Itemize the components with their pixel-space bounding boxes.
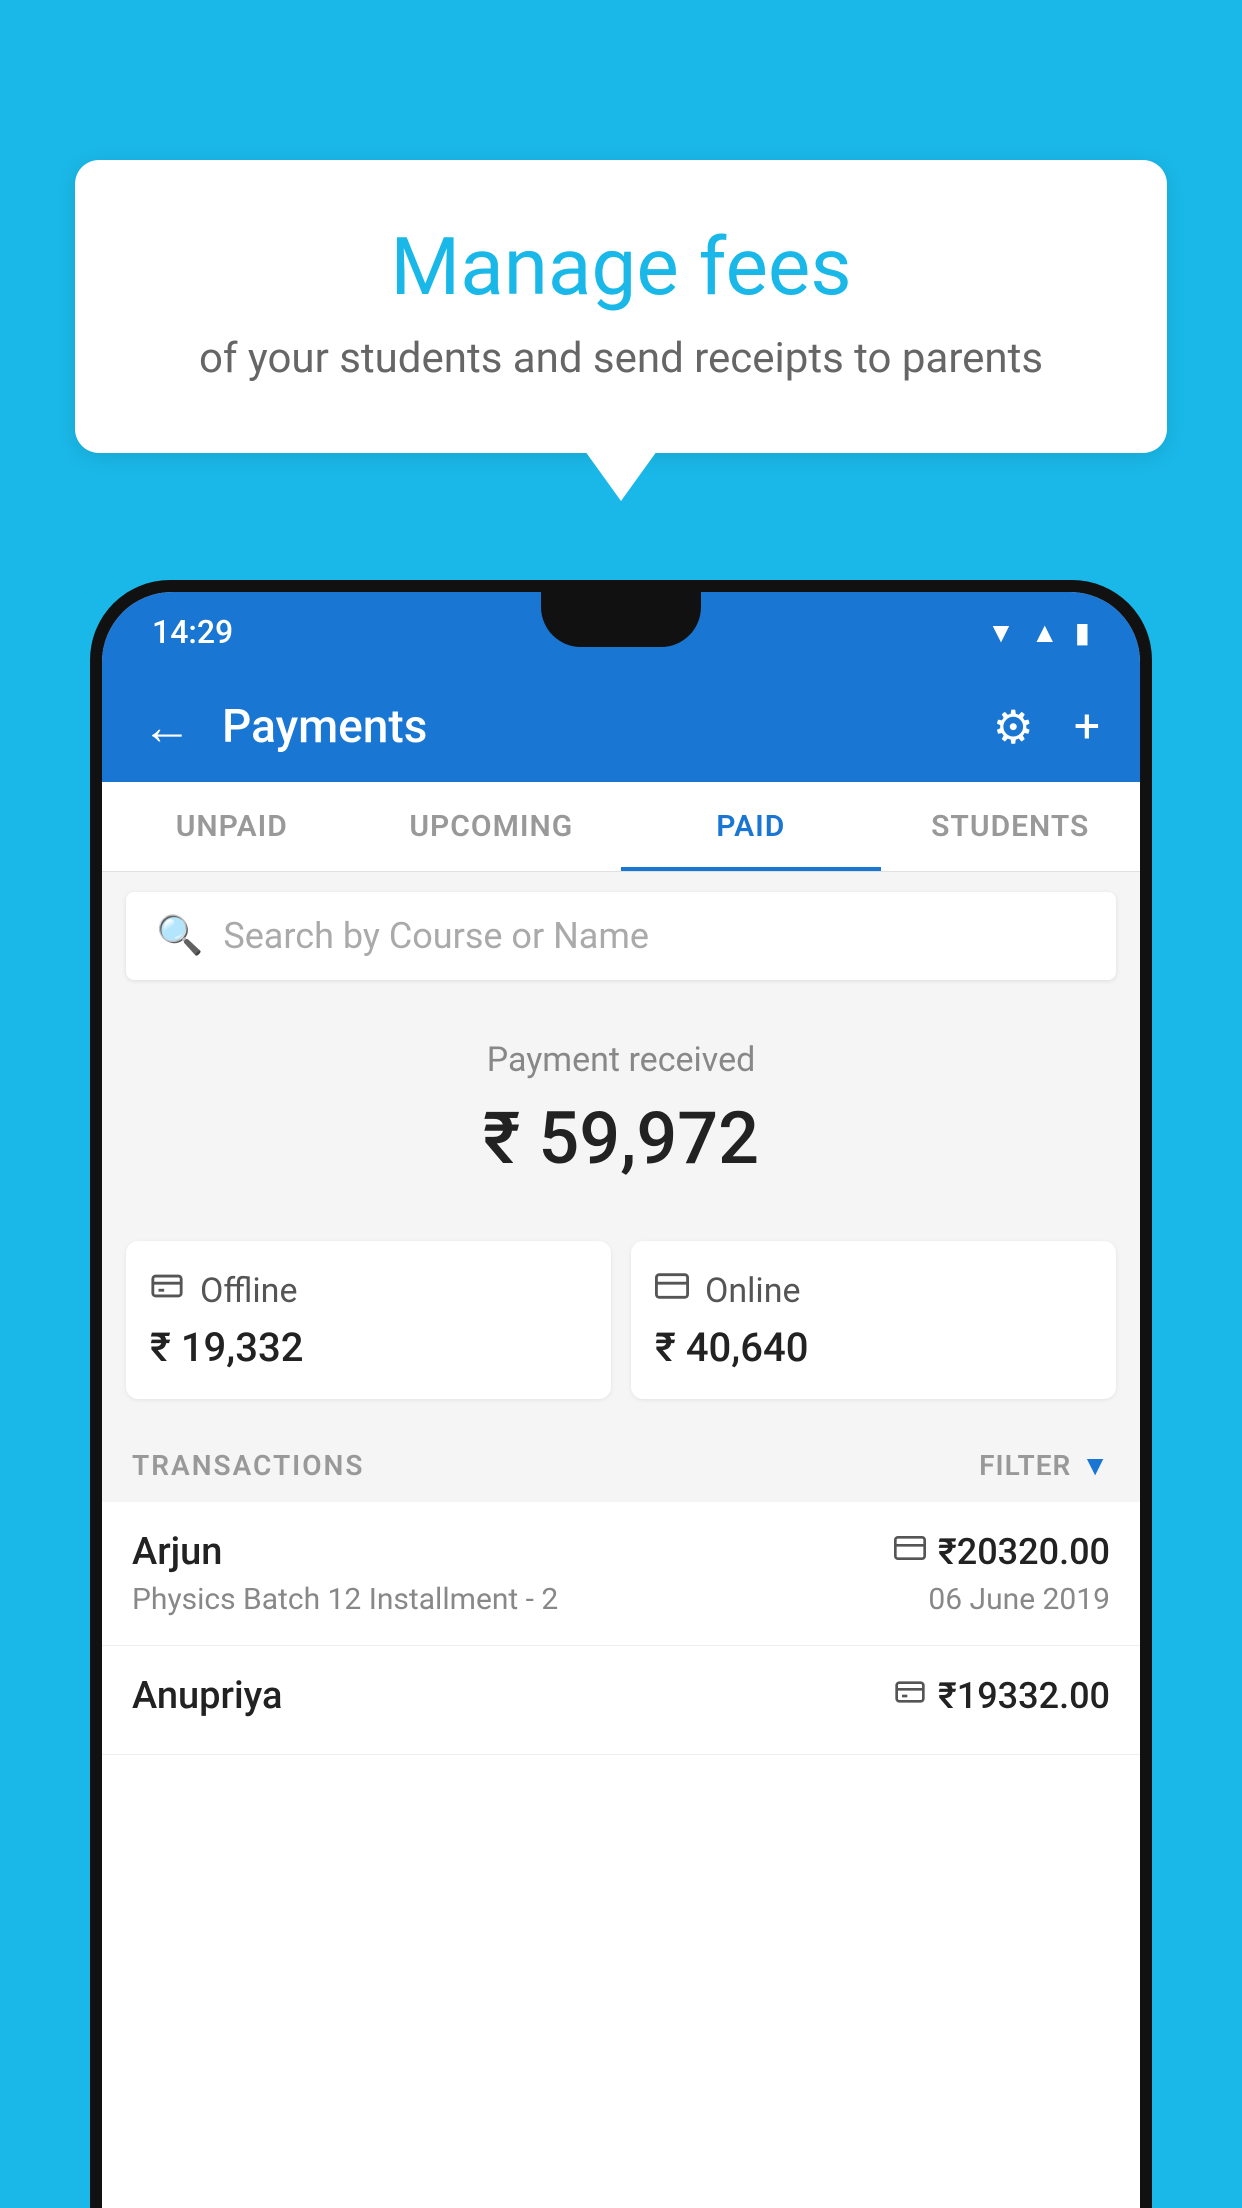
transaction-top: Arjun ₹20320.00	[132, 1530, 1110, 1574]
add-button[interactable]: +	[1074, 700, 1100, 754]
online-card: Online ₹ 40,640	[631, 1241, 1116, 1399]
transactions-label: TRANSACTIONS	[132, 1449, 364, 1482]
offline-card: Offline ₹ 19,332	[126, 1241, 611, 1399]
content-area: 🔍 Search by Course or Name Payment recei…	[102, 872, 1140, 1755]
online-icon	[655, 1269, 689, 1312]
offline-label: Offline	[200, 1271, 297, 1311]
signal-icon: ▲	[1031, 616, 1059, 649]
app-header: ← Payments ⚙ +	[102, 672, 1140, 782]
status-time: 14:29	[152, 613, 233, 651]
offline-amount: ₹ 19,332	[150, 1324, 587, 1371]
tab-paid[interactable]: PAID	[621, 782, 881, 871]
filter-label: FILTER	[979, 1449, 1071, 1482]
tab-students[interactable]: STUDENTS	[881, 782, 1141, 871]
status-icons: ▼ ▲ ▮	[987, 616, 1090, 649]
filter-icon: ▼	[1081, 1449, 1110, 1482]
filter-button[interactable]: FILTER ▼	[979, 1449, 1110, 1482]
online-card-header: Online	[655, 1269, 1092, 1312]
search-bar[interactable]: 🔍 Search by Course or Name	[126, 892, 1116, 980]
search-placeholder: Search by Course or Name	[223, 915, 649, 957]
online-amount: ₹ 40,640	[655, 1324, 1092, 1371]
offline-payment-icon	[894, 1676, 926, 1716]
payment-amount: ₹ 59,972	[122, 1096, 1120, 1181]
transaction-row[interactable]: Arjun ₹20320.00 Physics Batch 12 Install…	[102, 1502, 1140, 1646]
payment-label: Payment received	[122, 1040, 1120, 1080]
tab-upcoming[interactable]: UPCOMING	[362, 782, 622, 871]
tabs-bar: UNPAID UPCOMING PAID STUDENTS	[102, 782, 1140, 872]
transaction-amount-wrap-2: ₹19332.00	[894, 1675, 1110, 1717]
online-payment-icon	[894, 1532, 926, 1572]
back-button[interactable]: ←	[142, 698, 192, 757]
online-label: Online	[705, 1271, 801, 1311]
wifi-icon: ▼	[987, 616, 1015, 649]
transaction-row[interactable]: Anupriya ₹19332.00	[102, 1646, 1140, 1755]
transaction-amount: ₹20320.00	[938, 1531, 1110, 1573]
transaction-bottom: Physics Batch 12 Installment - 2 06 June…	[132, 1582, 1110, 1617]
payment-section: Payment received ₹ 59,972	[102, 1000, 1140, 1241]
transaction-name-2: Anupriya	[132, 1674, 282, 1718]
notch	[541, 592, 701, 647]
transaction-amount-wrap: ₹20320.00	[894, 1531, 1110, 1573]
search-icon: 🔍	[156, 914, 203, 958]
offline-icon	[150, 1269, 184, 1312]
status-bar: 14:29 ▼ ▲ ▮	[102, 592, 1140, 672]
phone-frame: 14:29 ▼ ▲ ▮ ← Payments ⚙ + UNPAID UPCOMI…	[90, 580, 1152, 2208]
tooltip-title: Manage fees	[125, 220, 1117, 314]
transactions-header: TRANSACTIONS FILTER ▼	[102, 1429, 1140, 1502]
header-title: Payments	[222, 700, 963, 754]
tooltip-subtitle: of your students and send receipts to pa…	[125, 334, 1117, 383]
tooltip-card: Manage fees of your students and send re…	[75, 160, 1167, 453]
transaction-amount-2: ₹19332.00	[938, 1675, 1110, 1717]
transaction-top-2: Anupriya ₹19332.00	[132, 1674, 1110, 1718]
transaction-date: 06 June 2019	[928, 1582, 1110, 1617]
payment-cards: Offline ₹ 19,332 Online ₹ 4	[102, 1241, 1140, 1429]
transaction-desc: Physics Batch 12 Installment - 2	[132, 1582, 558, 1617]
settings-button[interactable]: ⚙	[993, 700, 1034, 755]
phone-inner: 14:29 ▼ ▲ ▮ ← Payments ⚙ + UNPAID UPCOMI…	[102, 592, 1140, 2208]
offline-card-header: Offline	[150, 1269, 587, 1312]
tab-unpaid[interactable]: UNPAID	[102, 782, 362, 871]
header-actions: ⚙ +	[993, 700, 1100, 755]
battery-icon: ▮	[1075, 616, 1090, 649]
transaction-name: Arjun	[132, 1530, 222, 1574]
